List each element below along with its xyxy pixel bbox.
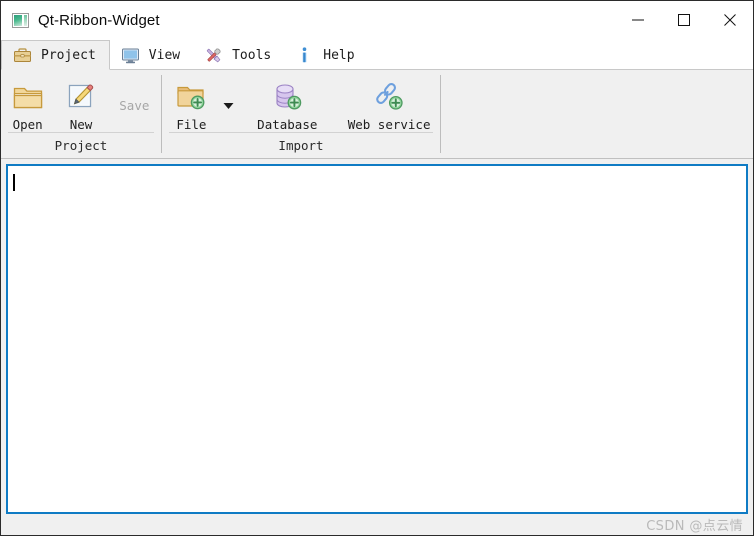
editor-container (1, 159, 753, 514)
ribbon-panel: Open New Save Project File Database Web … (1, 70, 753, 159)
pencil-page-icon (64, 80, 98, 114)
chevron-down-icon (223, 103, 234, 109)
tab-project[interactable]: Project (1, 40, 110, 70)
text-editor[interactable] (6, 164, 748, 514)
import-database-label: Database (257, 117, 318, 132)
footer-bar: CSDN @点云情 (1, 514, 753, 535)
text-caret (13, 174, 15, 191)
wrench-screwdriver-icon (204, 46, 223, 65)
open-button[interactable]: Open (1, 76, 54, 132)
minimize-button[interactable] (615, 1, 661, 39)
new-button[interactable]: New (54, 76, 107, 132)
maximize-icon (678, 14, 690, 26)
ribbon-group-import-footer: Import (169, 132, 433, 158)
import-file-label: File (176, 117, 207, 132)
tab-view[interactable]: View (110, 40, 193, 70)
new-label: New (69, 117, 93, 132)
watermark-label: CSDN @点云情 (646, 519, 743, 534)
ribbon-group-label: Project (54, 137, 108, 153)
import-file-dropdown-button[interactable] (221, 76, 237, 110)
app-icon (12, 12, 29, 28)
import-web-service-label: Web service (347, 117, 431, 132)
database-add-icon (270, 80, 304, 114)
chain-link-add-icon (372, 80, 406, 114)
tab-label: View (148, 47, 181, 63)
info-icon (295, 46, 314, 65)
tab-label: Tools (232, 47, 272, 63)
tab-label: Help (323, 47, 355, 63)
maximize-button[interactable] (661, 1, 707, 39)
folder-add-icon (174, 80, 208, 114)
window-title: Qt-Ribbon-Widget (38, 11, 160, 29)
tab-help[interactable]: Help (284, 40, 367, 70)
ribbon-empty-area (441, 70, 753, 158)
application-window: Qt-Ribbon-Widget Project View Tools Help… (0, 0, 754, 536)
tab-tools[interactable]: Tools (193, 40, 284, 70)
close-button[interactable] (707, 1, 753, 39)
save-label: Save (119, 98, 150, 113)
save-button[interactable]: Save (108, 76, 161, 132)
window-controls (615, 1, 753, 39)
minimize-icon (632, 19, 644, 21)
ribbon-group-label: Import (278, 137, 324, 153)
ribbon-group-project-footer: Project (8, 132, 154, 158)
tab-label: Project (41, 47, 96, 63)
open-folder-icon (11, 80, 45, 114)
import-web-service-button[interactable]: Web service (338, 76, 440, 132)
briefcase-icon (13, 46, 32, 65)
monitor-icon (121, 46, 140, 65)
import-database-button[interactable]: Database (236, 76, 338, 132)
import-file-button[interactable]: File (162, 76, 221, 132)
ribbon-tab-bar: Project View Tools Help (1, 40, 753, 70)
close-icon (724, 14, 736, 26)
ribbon-group-import: File Database Web service Import (162, 70, 440, 158)
ribbon-group-project: Open New Save Project (1, 70, 161, 158)
open-label: Open (12, 117, 43, 132)
title-bar: Qt-Ribbon-Widget (1, 1, 753, 40)
